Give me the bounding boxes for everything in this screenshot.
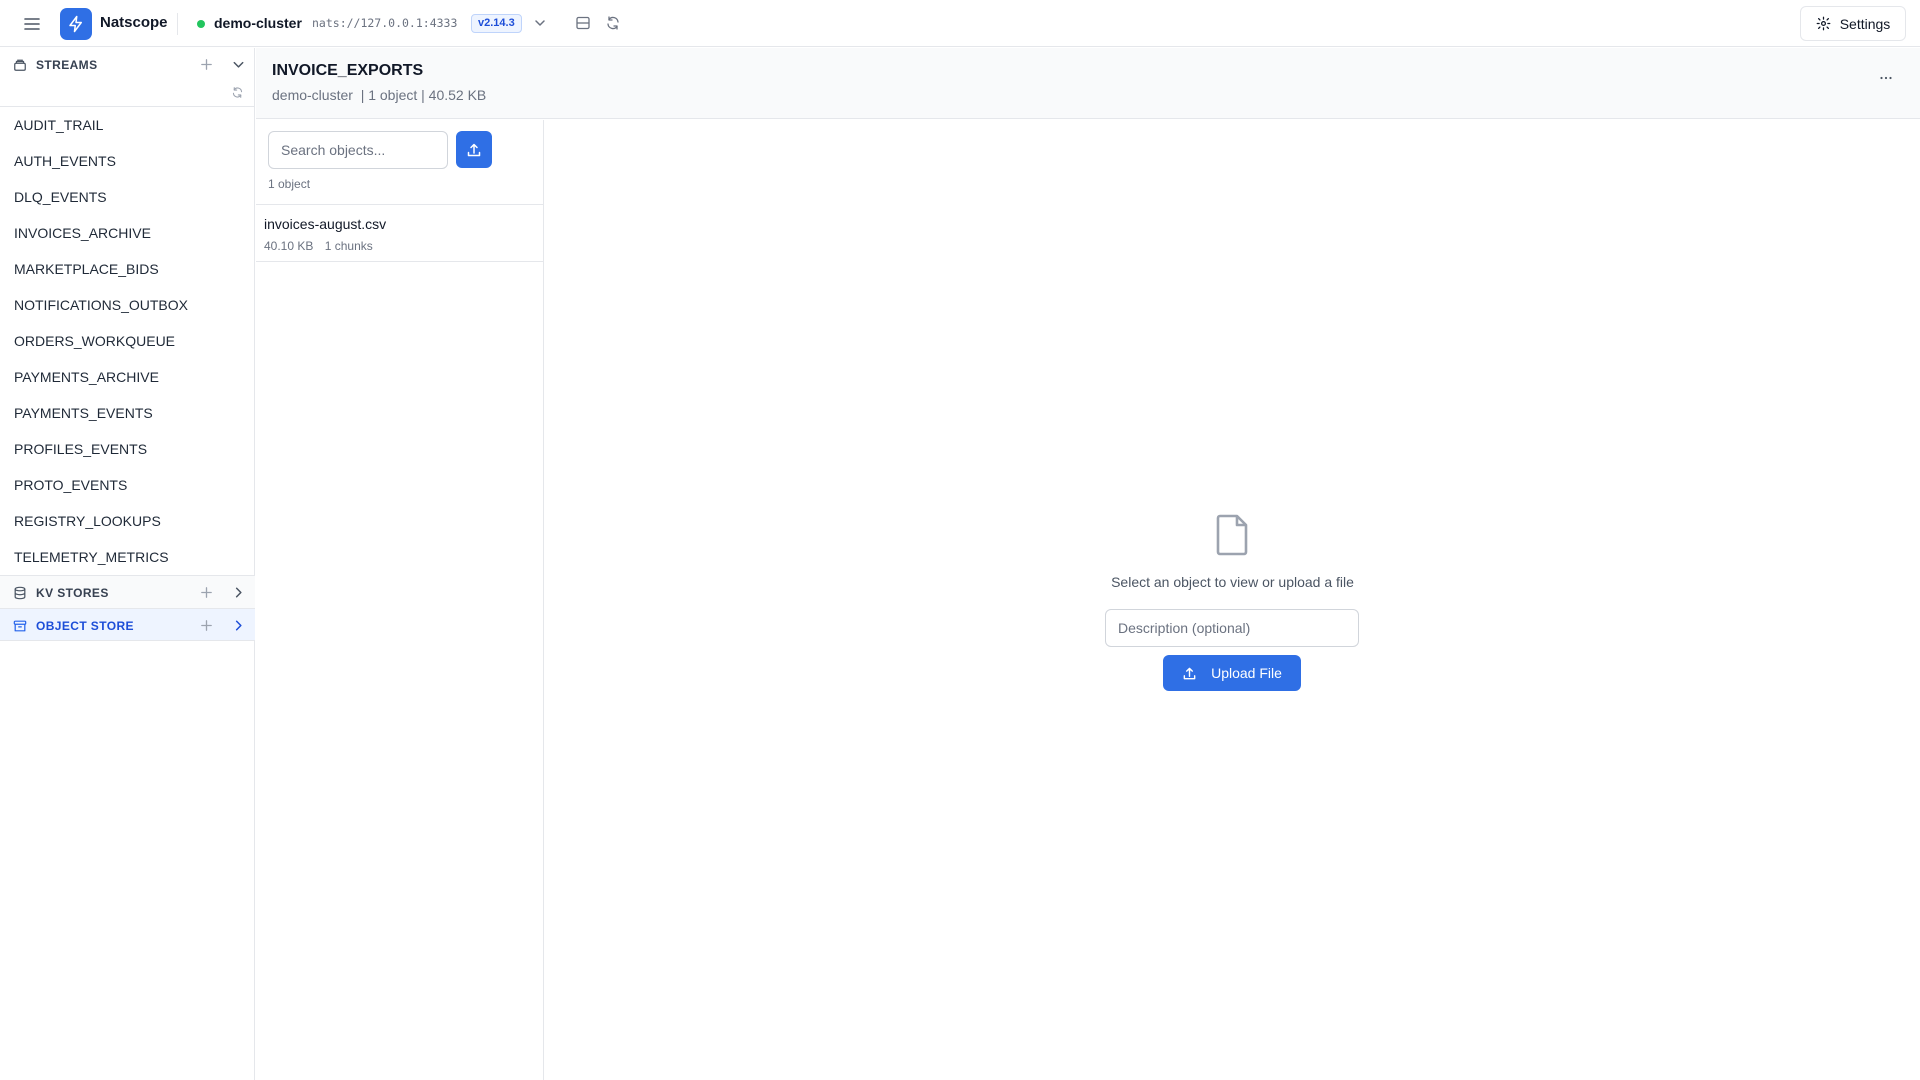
version-badge: v2.14.3 xyxy=(471,14,522,33)
chevron-right-icon[interactable] xyxy=(231,618,246,633)
sidebar: STREAMS AUDIT_TRAIL AUTH_EVENTS DLQ_EVEN… xyxy=(0,48,255,1080)
connection-status-dot xyxy=(197,20,205,28)
search-input[interactable] xyxy=(268,131,448,169)
list-item[interactable]: invoices-august.csv 40.10 KB 1 chunks xyxy=(256,205,544,262)
add-kv-icon[interactable] xyxy=(199,585,214,600)
menu-icon[interactable] xyxy=(19,11,45,37)
add-object-store-icon[interactable] xyxy=(199,618,214,633)
store-header: INVOICE_EXPORTS demo-cluster | 1 object … xyxy=(256,48,1920,119)
sidebar-item-stream[interactable]: NOTIFICATIONS_OUTBOX xyxy=(0,287,255,323)
sidebar-item-stream[interactable]: REGISTRY_LOOKUPS xyxy=(0,503,255,539)
page-title: INVOICE_EXPORTS xyxy=(272,62,424,79)
streams-label: STREAMS xyxy=(36,58,98,72)
object-count: 1 object xyxy=(268,177,311,191)
settings-button[interactable]: Settings xyxy=(1800,6,1906,41)
sidebar-item-stream[interactable]: PROTO_EVENTS xyxy=(0,467,255,503)
upload-file-button[interactable]: Upload File xyxy=(1163,655,1301,691)
object-size: 40.10 KB xyxy=(264,239,314,253)
add-stream-icon[interactable] xyxy=(199,57,214,72)
sidebar-section-object-store[interactable]: OBJECT STORE xyxy=(0,608,255,641)
sidebar-item-stream[interactable]: AUDIT_TRAIL xyxy=(0,107,255,143)
cluster-name[interactable]: demo-cluster xyxy=(214,15,302,31)
refresh-streams-icon[interactable] xyxy=(231,86,244,99)
object-name: invoices-august.csv xyxy=(264,216,387,232)
object-store-label: OBJECT STORE xyxy=(36,619,134,633)
sidebar-item-stream[interactable]: INVOICES_ARCHIVE xyxy=(0,215,255,251)
upload-icon xyxy=(466,142,482,158)
layout-icon[interactable] xyxy=(575,15,591,31)
bolt-icon xyxy=(60,8,92,40)
object-detail-area: Select an object to view or upload a fil… xyxy=(545,120,1920,1080)
sidebar-item-stream[interactable]: PROFILES_EVENTS xyxy=(0,431,255,467)
empty-state-text: Select an object to view or upload a fil… xyxy=(1111,574,1354,590)
stream-icon xyxy=(13,58,27,72)
top-bar: Natscope demo-cluster nats://127.0.0.1:4… xyxy=(0,0,1920,47)
upload-button[interactable] xyxy=(456,131,492,168)
upload-file-label: Upload File xyxy=(1211,665,1282,681)
sidebar-item-stream[interactable]: AUTH_EVENTS xyxy=(0,143,255,179)
chevron-down-icon[interactable] xyxy=(532,15,548,31)
sidebar-section-streams[interactable]: STREAMS xyxy=(0,48,255,81)
sidebar-item-stream[interactable]: MARKETPLACE_BIDS xyxy=(0,251,255,287)
kv-stores-label: KV STORES xyxy=(36,586,109,600)
object-meta: 40.10 KB 1 chunks xyxy=(264,239,381,253)
sidebar-item-stream[interactable]: PAYMENTS_EVENTS xyxy=(0,395,255,431)
refresh-icon[interactable] xyxy=(605,15,621,31)
stream-list: AUDIT_TRAIL AUTH_EVENTS DLQ_EVENTS INVOI… xyxy=(0,107,255,575)
settings-label: Settings xyxy=(1839,15,1891,32)
object-chunks: 1 chunks xyxy=(324,239,373,253)
sidebar-item-stream[interactable]: ORDERS_WORKQUEUE xyxy=(0,323,255,359)
store-meta: demo-cluster | 1 object | 40.52 KB xyxy=(272,87,487,103)
archive-icon xyxy=(13,619,27,633)
database-icon xyxy=(13,586,27,600)
more-options-icon[interactable] xyxy=(1874,66,1898,90)
sidebar-item-stream[interactable]: TELEMETRY_METRICS xyxy=(0,539,255,575)
object-list-panel: 1 object invoices-august.csv 40.10 KB 1 … xyxy=(256,120,544,1080)
description-input[interactable] xyxy=(1105,609,1359,647)
sidebar-section-kv-stores[interactable]: KV STORES xyxy=(0,575,255,608)
sidebar-item-stream[interactable]: DLQ_EVENTS xyxy=(0,179,255,215)
chevron-down-icon[interactable] xyxy=(231,57,246,72)
sidebar-item-stream[interactable]: PAYMENTS_ARCHIVE xyxy=(0,359,255,395)
upload-icon xyxy=(1182,666,1197,681)
header-divider xyxy=(177,13,178,35)
gear-icon xyxy=(1816,16,1831,31)
cluster-url: nats://127.0.0.1:4333 xyxy=(312,16,458,30)
app-name: Natscope xyxy=(100,14,168,31)
chevron-right-icon[interactable] xyxy=(231,585,246,600)
file-icon xyxy=(1212,513,1252,557)
